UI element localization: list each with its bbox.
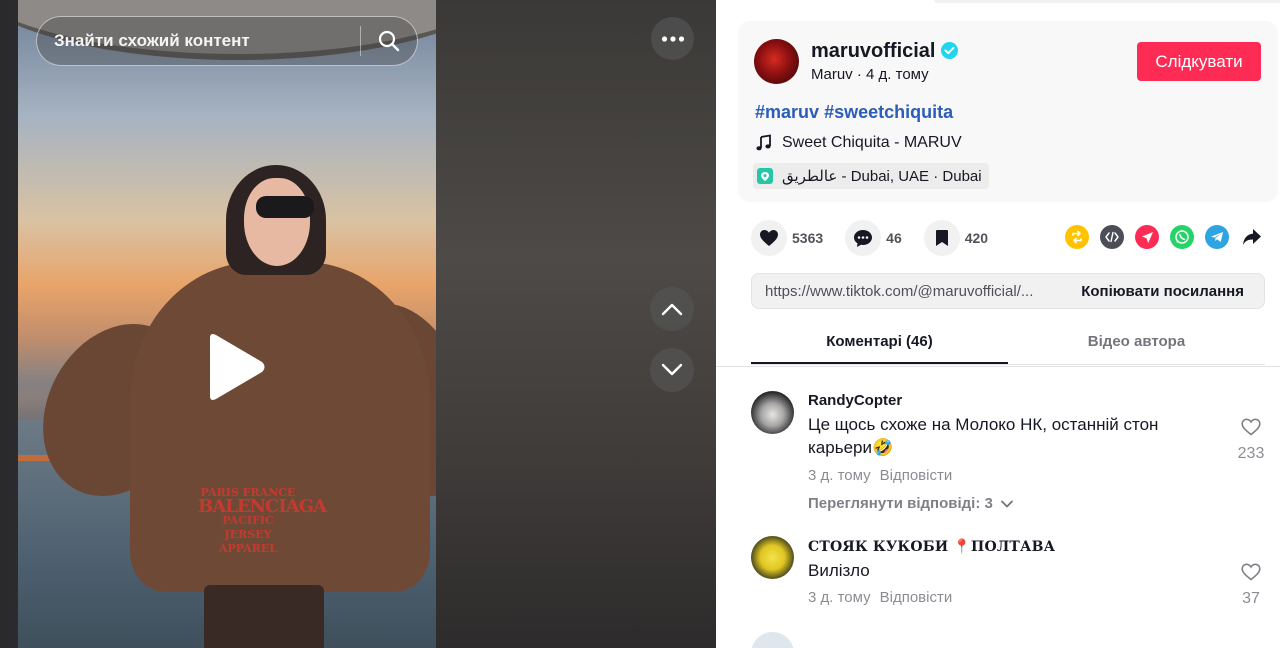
comment-like-count: 233 (1237, 445, 1265, 462)
verified-badge-icon (941, 42, 958, 59)
search-icon (378, 30, 400, 52)
music-title: Sweet Chiquita - MARUV (782, 134, 962, 151)
comment-username[interactable]: СТОЯК КУКОБИ 📍ПОЛТАВА (808, 539, 1055, 555)
comment-avatar[interactable] (751, 391, 794, 434)
hoodie-text-bottom: PACIFIC JERSEY APPAREL (218, 514, 278, 555)
play-button[interactable] (200, 330, 270, 404)
chevron-down-icon (661, 363, 683, 376)
save-circle (923, 220, 960, 256)
music-note-icon (756, 134, 771, 151)
comment-time: 3 д. тому (808, 589, 871, 606)
heart-outline-icon (1241, 563, 1261, 581)
comment-meta: 3 д. тому Відповісти (808, 589, 952, 606)
direct-message-icon[interactable] (1135, 225, 1159, 249)
comment-avatar[interactable] (751, 536, 794, 579)
save-count: 420 (964, 230, 989, 246)
hashtag-link[interactable]: #maruv (755, 102, 819, 122)
reply-button[interactable]: Відповісти (880, 589, 953, 606)
comments-divider (716, 366, 1280, 367)
previous-video-button[interactable] (650, 287, 694, 331)
comment-bubble-icon (854, 229, 873, 247)
post-info-card: maruvofficial Maruv · 4 д. тому Слідкува… (738, 21, 1278, 202)
chevron-down-icon (1000, 500, 1013, 507)
heart-outline-icon (1241, 418, 1261, 436)
comment-username[interactable]: RandyCopter (808, 392, 902, 409)
video-player[interactable]: PARIS FRANCE BALENCIAGA PACIFIC JERSEY A… (18, 0, 436, 648)
location-text: عالطريق - Dubai, UAE · Dubai (782, 168, 982, 185)
like-button[interactable]: 5363 (751, 220, 823, 256)
author-display-name: Maruv (811, 66, 853, 83)
embed-icon[interactable] (1100, 225, 1124, 249)
comment-like-button[interactable]: 233 (1233, 418, 1269, 463)
comment-text: Це щось схоже на Молоко НК, останній сто… (808, 415, 1159, 457)
bookmark-icon (935, 230, 948, 246)
comment-button[interactable]: 46 (845, 220, 902, 256)
comment-avatar[interactable] (751, 632, 794, 648)
hoodie-text-main: BALENCIAGA (198, 496, 327, 517)
author-avatar[interactable] (754, 39, 799, 84)
comment-time: 3 д. тому (808, 467, 871, 484)
video-link-url[interactable]: https://www.tiktok.com/@maruvofficial/..… (752, 283, 1065, 300)
video-pane: PARIS FRANCE BALENCIAGA PACIFIC JERSEY A… (0, 0, 716, 648)
share-buttons (1065, 225, 1275, 249)
play-icon (210, 334, 265, 400)
tab-author-videos[interactable]: Відео автора (1008, 323, 1265, 364)
view-replies-label: Переглянути відповіді: 3 (808, 495, 993, 512)
whatsapp-icon[interactable] (1170, 225, 1194, 249)
tab-comments[interactable]: Коментарі (46) (751, 323, 1008, 364)
video-person-legs (204, 585, 324, 648)
comment-like-count: 37 (1242, 590, 1260, 607)
tiktok-video-page: PARIS FRANCE BALENCIAGA PACIFIC JERSEY A… (0, 0, 1280, 648)
author-username[interactable]: maruvofficial (811, 40, 935, 63)
engagement-actions: 5363 46 420 (751, 219, 1010, 257)
reply-button[interactable]: Відповісти (880, 467, 953, 484)
follow-button[interactable]: Слідкувати (1137, 42, 1261, 81)
comment-like-button[interactable]: 37 (1233, 563, 1269, 608)
copy-link-box: https://www.tiktok.com/@maruvofficial/..… (751, 273, 1265, 309)
music-link[interactable]: Sweet Chiquita - MARUV (755, 134, 962, 152)
hashtag-link[interactable]: #sweetchiquita (824, 102, 953, 122)
comment-meta: 3 д. тому Відповісти (808, 467, 952, 484)
share-arrow-icon[interactable] (1240, 225, 1264, 249)
post-time: 4 д. тому (866, 66, 929, 83)
author-subline: Maruv · 4 д. тому (811, 66, 929, 83)
like-count: 5363 (792, 230, 824, 246)
subline-separator: · (856, 66, 867, 83)
comment-circle (845, 220, 882, 256)
hoodie-print: PARIS FRANCE BALENCIAGA PACIFIC JERSEY A… (198, 486, 327, 556)
heart-icon (760, 230, 778, 246)
top-scroll-hint (934, 0, 1280, 3)
search-button[interactable] (361, 17, 417, 65)
video-person-sunglasses (256, 196, 314, 218)
comment-count: 46 (886, 230, 902, 246)
location-pin-icon (757, 168, 773, 184)
video-person-face (244, 178, 310, 266)
telegram-icon[interactable] (1205, 225, 1229, 249)
comment-text: Вилізло (808, 561, 870, 580)
next-video-button[interactable] (650, 348, 694, 392)
details-panel: maruvofficial Maruv · 4 д. тому Слідкува… (716, 0, 1280, 648)
view-replies-button[interactable]: Переглянути відповіді: 3 (808, 495, 1014, 512)
content-tabs: Коментарі (46) Відео автора (751, 323, 1265, 365)
like-circle (751, 220, 787, 256)
more-options-button[interactable] (651, 17, 694, 60)
repost-icon[interactable] (1065, 225, 1089, 249)
chevron-up-icon (661, 303, 683, 316)
hashtags: #maruv #sweetchiquita (755, 102, 953, 123)
search-input[interactable]: Знайти схожий контент (37, 31, 360, 51)
location-tag[interactable]: عالطريق - Dubai, UAE · Dubai (753, 163, 989, 189)
similar-content-search[interactable]: Знайти схожий контент (36, 16, 418, 66)
copy-link-button[interactable]: Копіювати посилання (1065, 283, 1264, 300)
save-button[interactable]: 420 (923, 220, 989, 256)
ellipsis-icon (661, 35, 684, 42)
